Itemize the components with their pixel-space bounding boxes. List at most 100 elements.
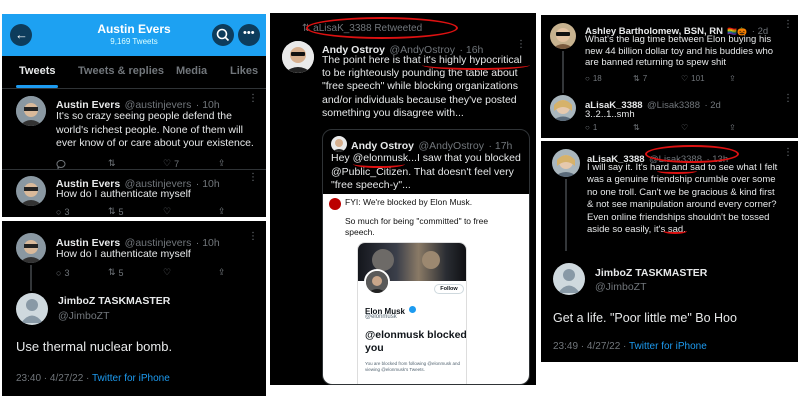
tweet-text: I will say it. It's hard and sad to see … bbox=[587, 162, 795, 236]
tweet-text-line: What's the lag time between Elon buying … bbox=[585, 34, 772, 45]
tab-tweets-replies[interactable]: Tweets & replies bbox=[78, 65, 164, 77]
follow-button[interactable]: Follow bbox=[434, 284, 464, 294]
retweet-icon: ⇅ bbox=[108, 206, 116, 216]
heart-icon[interactable]: ♡ bbox=[163, 267, 218, 278]
committed-text-line: So much for being "committed" to free bbox=[345, 216, 489, 226]
tweet-text: How do I authenticate myself bbox=[56, 248, 191, 260]
thread-line bbox=[562, 51, 564, 93]
share-icon[interactable]: ⇪ bbox=[729, 74, 736, 83]
reply-text: Use thermal nuclear bomb. bbox=[16, 339, 173, 354]
logo-icon bbox=[329, 198, 341, 210]
reply-text: Get a life. "Poor little me" Bo Hoo bbox=[553, 311, 737, 325]
heart-icon[interactable]: ♡ bbox=[681, 123, 729, 132]
retweet-panel: ⇅ aLisaK_3388 Retweeted Andy Ostroy @And… bbox=[270, 13, 536, 385]
author-handle[interactable]: @AndyOstroy bbox=[418, 140, 484, 152]
reply-button[interactable]: ○ 3 bbox=[56, 267, 108, 278]
tweet-time[interactable]: · 2d bbox=[704, 100, 720, 111]
tweet-text-line: was a genuine friendship crumble over so… bbox=[587, 174, 776, 186]
default-avatar-icon bbox=[553, 263, 585, 295]
tab-media[interactable]: Media bbox=[176, 65, 207, 77]
tweet-time[interactable]: · 17h bbox=[488, 140, 512, 152]
blocked-title-line: you bbox=[365, 342, 384, 354]
reply-button[interactable]: ○ 3 bbox=[56, 206, 108, 217]
red-annotation-underline bbox=[353, 160, 405, 168]
share-icon[interactable]: ⇪ bbox=[729, 123, 736, 132]
fyi-text: FYI: We're blocked by Elon Musk. bbox=[345, 197, 473, 207]
committed-text: So much for being "committed" to free sp… bbox=[345, 216, 488, 238]
avatar bbox=[550, 95, 576, 121]
like-count: 7 bbox=[174, 158, 180, 169]
author-name[interactable]: JimboZ TASKMASTER bbox=[58, 295, 170, 307]
author-name[interactable]: Andy Ostroy bbox=[351, 140, 414, 152]
banner-planet bbox=[372, 249, 394, 271]
like-count: 101 bbox=[691, 74, 705, 83]
search-button[interactable] bbox=[212, 24, 234, 46]
more-icon[interactable]: ⋮ bbox=[783, 93, 794, 104]
reply-tweet[interactable]: JimboZ TASKMASTER @JimboZT Get a life. "… bbox=[541, 253, 798, 362]
tweet[interactable]: Austin Evers @austinjevers · 10h ⋮ How d… bbox=[2, 221, 266, 291]
heart-icon: ♡ bbox=[163, 158, 172, 168]
tab-likes[interactable]: Likes bbox=[230, 65, 258, 77]
profile-panel: ← Austin Evers 9,169 Tweets ••• Tweets T… bbox=[2, 14, 266, 217]
tweet-actions: ○ 1 ⇅ ♡ ⇪ bbox=[585, 123, 785, 132]
heart-icon[interactable]: ♡ bbox=[163, 206, 218, 217]
tab-tweets[interactable]: Tweets bbox=[19, 65, 55, 77]
more-icon[interactable]: ⋮ bbox=[783, 19, 794, 30]
author-name[interactable]: JimboZ TASKMASTER bbox=[595, 267, 707, 279]
tweet-text: It's so crazy seeing people defend the w… bbox=[56, 110, 254, 149]
more-icon[interactable]: ⋮ bbox=[248, 231, 259, 242]
like-button[interactable]: ♡ 7 bbox=[163, 158, 218, 169]
profile-tabs: Tweets Tweets & replies Media Likes bbox=[2, 56, 266, 88]
avatar bbox=[552, 149, 580, 177]
reply-icon: ○ bbox=[56, 267, 62, 278]
profile-header: ← Austin Evers 9,169 Tweets ••• bbox=[2, 14, 266, 56]
like-button[interactable]: ♡ 101 bbox=[681, 74, 729, 83]
more-icon[interactable]: ⋮ bbox=[516, 39, 527, 50]
tweet[interactable]: aLisaK_3388 @Lisak3388 · 13h ⋮ I will sa… bbox=[541, 141, 798, 251]
author-handle[interactable]: @JimboZT bbox=[595, 281, 647, 293]
red-annotation-circle bbox=[306, 17, 458, 39]
profile-handle: @elonmusk bbox=[365, 314, 397, 320]
tweet-time[interactable]: · 10h bbox=[196, 178, 220, 190]
retweet-button[interactable]: ⇅ 5 bbox=[108, 206, 163, 217]
share-icon[interactable]: ⇪ bbox=[218, 267, 226, 278]
tweet-text: 3..2..1..smh bbox=[585, 109, 635, 120]
avatar bbox=[16, 96, 46, 126]
tweet[interactable]: Ashley Bartholomew, BSN, RN 🏳️‍🌈🎃 · 2d ⋮… bbox=[541, 15, 798, 93]
tweet-text: How do I authenticate myself bbox=[56, 188, 191, 200]
retweet-button[interactable]: ⇅ 7 bbox=[633, 74, 681, 83]
author-handle[interactable]: @JimboZT bbox=[58, 310, 110, 322]
tweet-text-line: aside so easily, it's sad. bbox=[587, 224, 686, 236]
reply-tweet[interactable]: JimboZ TASKMASTER @JimboZT Use thermal n… bbox=[2, 289, 266, 396]
tweet-time[interactable]: · 10h bbox=[196, 237, 220, 249]
reply-button[interactable]: ○ 18 bbox=[585, 74, 633, 83]
retweet-icon[interactable]: ⇅ bbox=[108, 158, 163, 169]
reply-icon[interactable] bbox=[56, 158, 108, 169]
blocked-description: You are blocked from following @elonmusk… bbox=[365, 361, 460, 373]
quoted-text: Hey @elonmusk...I saw that you blocked @… bbox=[331, 152, 529, 193]
more-button[interactable]: ••• bbox=[238, 24, 260, 46]
tweet[interactable]: Austin Evers @austinjevers · 10h ⋮ It's … bbox=[2, 89, 266, 169]
tweet[interactable]: Austin Evers @austinjevers · 10h ⋮ How d… bbox=[2, 170, 266, 217]
reply-button[interactable]: ○ 1 bbox=[585, 123, 633, 132]
tweet-source-link[interactable]: Twitter for iPhone bbox=[92, 373, 170, 384]
reply-count: 3 bbox=[64, 206, 70, 217]
more-icon[interactable]: ⋮ bbox=[248, 172, 259, 183]
share-icon[interactable]: ⇪ bbox=[218, 158, 226, 169]
more-icon[interactable]: ⋮ bbox=[248, 93, 259, 104]
red-annotation-circle bbox=[645, 145, 739, 163]
share-icon[interactable]: ⇪ bbox=[218, 206, 226, 217]
author-handle[interactable]: @Lisak3388 bbox=[647, 100, 700, 111]
quoted-tweet[interactable]: Andy Ostroy @AndyOstroy · 17h Hey @elonm… bbox=[322, 129, 530, 385]
tweet-text-line: & not see manipulation around every corn… bbox=[587, 199, 777, 211]
tweet[interactable]: aLisaK_3388 @Lisak3388 · 2d ⋮ 3..2..1..s… bbox=[541, 91, 798, 138]
retweet-icon[interactable]: ⇅ bbox=[633, 123, 681, 132]
tweet-source-link[interactable]: Twitter for iPhone bbox=[629, 341, 707, 352]
blocked-title: @elonmusk blocked you bbox=[365, 329, 466, 355]
more-icon[interactable]: ⋮ bbox=[783, 147, 794, 158]
retweet-button[interactable]: ⇅ 5 bbox=[108, 267, 163, 278]
retweet-count: 5 bbox=[118, 206, 124, 217]
tweet-timestamp: 23:49 · 4/27/22 · bbox=[553, 341, 629, 352]
conversation-panel: Austin Evers @austinjevers · 10h ⋮ How d… bbox=[2, 221, 266, 396]
avatar bbox=[282, 41, 314, 73]
